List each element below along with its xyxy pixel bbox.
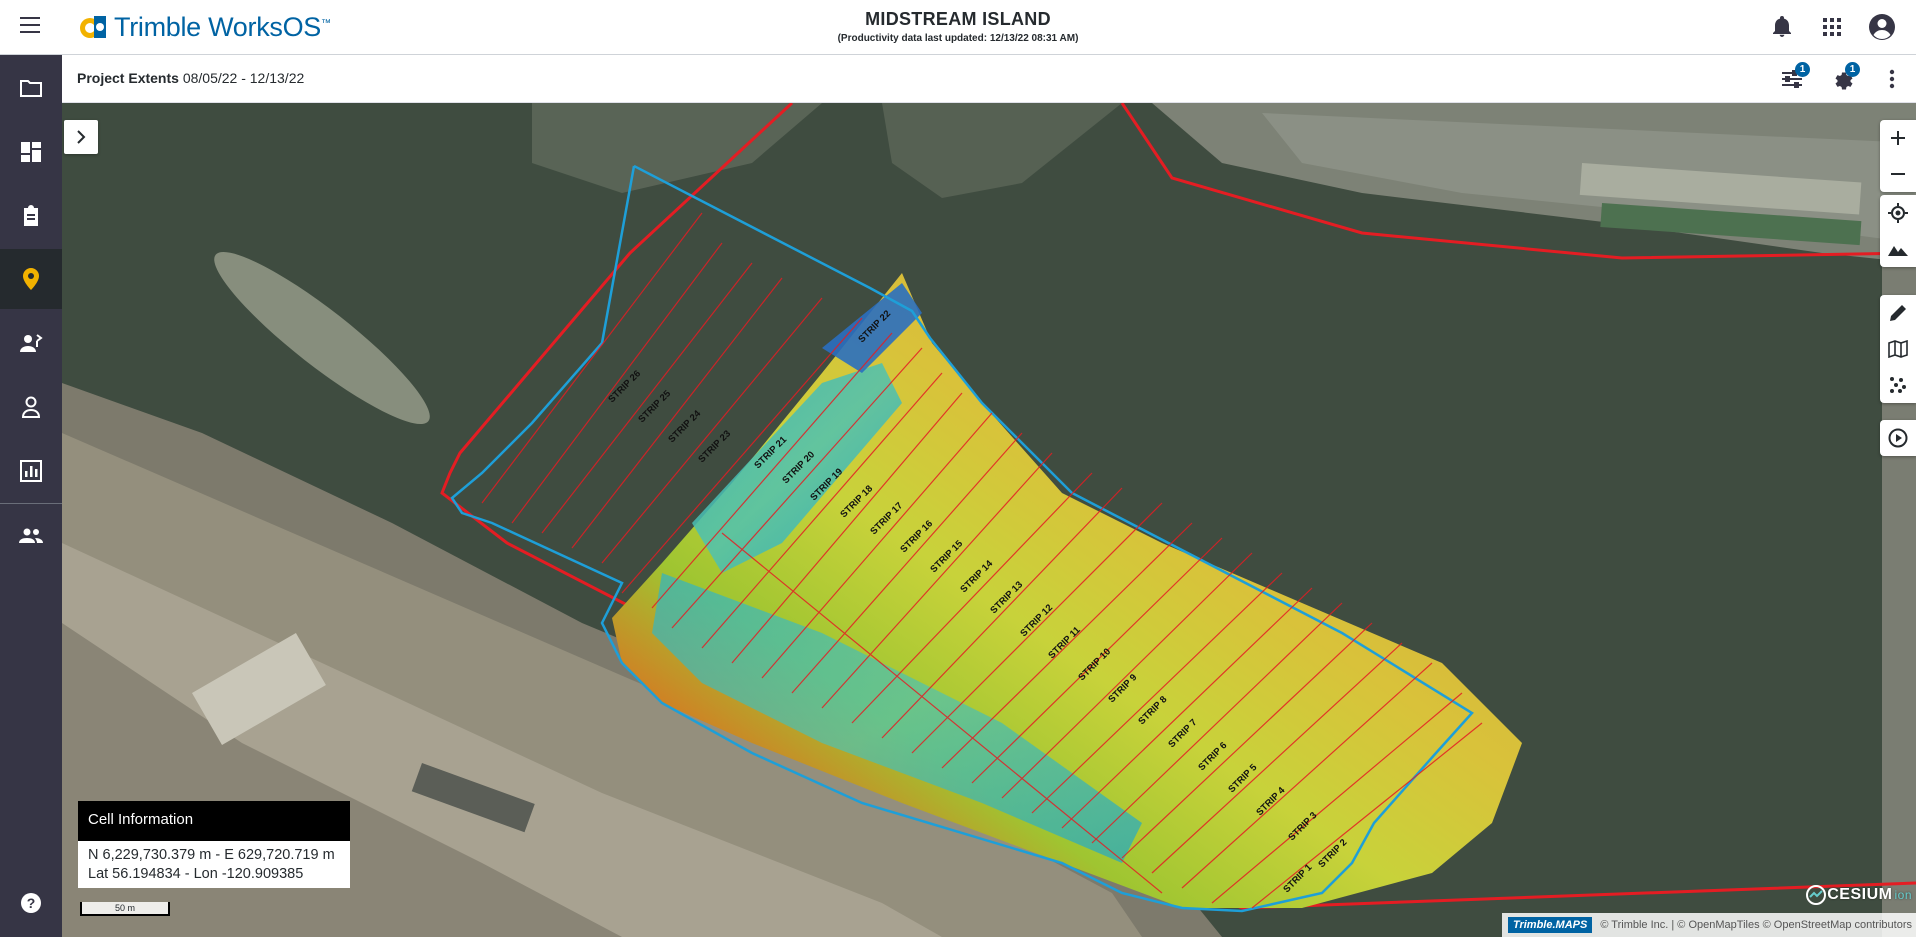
sidebar-item-projects[interactable]	[0, 58, 62, 118]
strip-label: STRIP 17	[868, 500, 905, 537]
filter-badge: 1	[1795, 62, 1810, 77]
strip-label: STRIP 19	[808, 466, 845, 503]
cesium-icon	[1806, 885, 1827, 905]
strip-label: STRIP 15	[928, 538, 965, 575]
people-icon	[19, 528, 43, 543]
strip-label: STRIP 5	[1226, 762, 1260, 796]
chevron-right-icon	[77, 130, 86, 144]
cell-coordinates-grid: N 6,229,730.379 m - E 629,720.719 m	[88, 847, 335, 863]
project-extents-label: Project Extents	[77, 70, 179, 86]
strip-label: STRIP 20	[780, 449, 817, 486]
map-layers-icon	[1888, 340, 1908, 358]
strip-label: STRIP 16	[898, 518, 935, 555]
strip-label: STRIP 1	[1281, 862, 1315, 896]
points-icon	[1890, 377, 1906, 393]
worker-icon	[20, 334, 43, 352]
strip-label: STRIP 26	[606, 368, 643, 405]
productivity-updated: (Productivity data last updated: 12/13/2…	[837, 33, 1079, 44]
map-subheader: Project Extents 08/05/22 - 12/13/22 1 1	[62, 55, 1916, 103]
strip-label: STRIP 23	[696, 428, 733, 465]
zoom-in-icon	[1891, 131, 1905, 145]
draw-controls	[1880, 295, 1916, 403]
cell-coordinates-latlon: Lat 56.194834 - Lon -120.909385	[88, 866, 304, 882]
apps-grid-icon[interactable]	[1818, 13, 1846, 41]
project-title: MIDSTREAM ISLAND	[865, 9, 1051, 29]
zoom-in-button[interactable]	[1880, 120, 1916, 156]
terrain-icon	[1888, 246, 1908, 256]
cesium-logo[interactable]: CESIUM ion	[1805, 884, 1912, 906]
map-viewport[interactable]: STRIP 1 STRIP 2 STRIP 3 STRIP 4 STRIP 5 …	[62, 103, 1916, 937]
view-controls	[1880, 195, 1916, 267]
left-sidebar: ?	[0, 55, 62, 937]
project-extents: Project Extents 08/05/22 - 12/13/22	[77, 70, 304, 86]
sidebar-item-map[interactable]	[0, 249, 62, 309]
settings-badge: 1	[1845, 62, 1860, 77]
strip-label: STRIP 13	[988, 579, 1025, 616]
strip-label: STRIP 14	[958, 558, 995, 595]
filter-button[interactable]: 1	[1778, 62, 1810, 93]
strip-label: STRIP 21	[752, 434, 789, 471]
strip-label: STRIP 25	[636, 388, 673, 425]
trimble-maps-logo[interactable]: Trimble.MAPS	[1507, 917, 1593, 933]
scale-bar: 50 m	[80, 902, 170, 916]
expand-panel-button[interactable]	[64, 120, 98, 154]
locate-button[interactable]	[1880, 195, 1916, 231]
strip-label: STRIP 12	[1018, 602, 1055, 639]
cell-information-panel: Cell Information N 6,229,730.379 m - E 6…	[78, 801, 350, 888]
strip-label: STRIP 7	[1166, 717, 1199, 750]
strip-label: STRIP 18	[838, 483, 875, 520]
playback-controls	[1880, 420, 1916, 456]
more-options-button[interactable]	[1878, 65, 1906, 93]
more-vertical-icon	[1889, 69, 1895, 89]
clipboard-icon	[24, 205, 38, 226]
sidebar-item-dashboard[interactable]	[0, 122, 62, 182]
cesium-ion-wordmark: ion	[1894, 888, 1912, 902]
help-button[interactable]: ?	[0, 877, 62, 929]
strip-label: STRIP 9	[1106, 672, 1139, 705]
strip-label: STRIP 24	[666, 408, 703, 445]
strip-label: STRIP 11	[1046, 624, 1083, 661]
account-circle-icon[interactable]	[1868, 13, 1896, 41]
zoom-out-button[interactable]	[1880, 156, 1916, 192]
dashboard-icon	[21, 142, 41, 162]
bar-chart-icon	[20, 460, 42, 482]
terrain-button[interactable]	[1880, 231, 1916, 267]
sidebar-item-tasks[interactable]	[0, 186, 62, 246]
playback-button[interactable]	[1880, 420, 1916, 456]
bell-icon[interactable]	[1768, 13, 1796, 41]
play-circle-icon	[1888, 428, 1908, 448]
sidebar-item-users[interactable]	[0, 377, 62, 437]
project-title-block: MIDSTREAM ISLAND (Productivity data last…	[0, 9, 1916, 44]
sidebar-item-crew[interactable]	[0, 313, 62, 373]
folder-icon	[20, 80, 42, 97]
map-pin-icon	[23, 268, 39, 290]
locate-icon	[1888, 203, 1908, 223]
map-attribution: Trimble.MAPS © Trimble Inc. | © OpenMapT…	[1501, 913, 1916, 937]
sidebar-item-reports[interactable]	[0, 441, 62, 501]
project-date-range: 08/05/22 - 12/13/22	[182, 70, 305, 86]
sidebar-item-teams[interactable]	[0, 506, 62, 566]
person-icon	[21, 396, 41, 418]
strip-label: STRIP 2	[1316, 837, 1349, 870]
map-settings-button[interactable]: 1	[1828, 62, 1860, 93]
help-circle-icon: ?	[21, 893, 41, 913]
points-button[interactable]	[1880, 367, 1916, 403]
zoom-controls	[1880, 120, 1916, 192]
attribution-text[interactable]: © Trimble Inc. | © OpenMapTiles © OpenSt…	[1600, 919, 1912, 931]
pencil-icon	[1890, 305, 1906, 321]
strip-label: STRIP 8	[1136, 694, 1169, 727]
map-layers-button[interactable]	[1880, 331, 1916, 367]
strip-label: STRIP 6	[1196, 740, 1229, 773]
top-bar: Trimble WorksOS™ MIDSTREAM ISLAND (Produ…	[0, 0, 1916, 55]
draw-button[interactable]	[1880, 295, 1916, 331]
cesium-wordmark: CESIUM	[1827, 886, 1893, 903]
strip-label: STRIP 10	[1076, 646, 1113, 683]
strip-label: STRIP 4	[1254, 785, 1288, 819]
cell-information-title: Cell Information	[78, 801, 350, 841]
strip-label: STRIP 3	[1286, 810, 1319, 843]
strip-label: STRIP 22	[856, 308, 893, 345]
svg-text:?: ?	[27, 895, 36, 911]
zoom-out-icon	[1891, 173, 1905, 175]
